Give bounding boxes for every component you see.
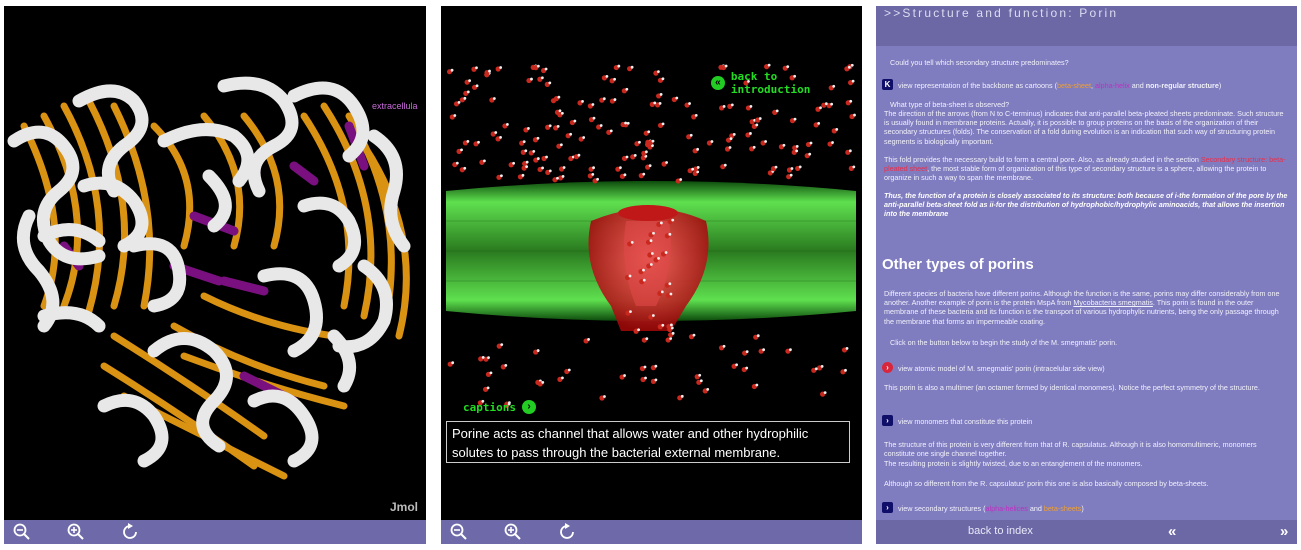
zoom-in-icon [504, 523, 521, 540]
captions-toggle-button[interactable]: captions › [463, 400, 536, 414]
jmol-watermark: Jmol [389, 500, 418, 514]
zoom-out-button[interactable] [12, 520, 66, 544]
view-monomers-link[interactable]: view monomers that constitute this prote… [898, 417, 1289, 426]
page-title: >>Structure and function: Porin [884, 6, 1119, 20]
view-backbone-link[interactable]: view representation of the backbone as c… [898, 81, 1289, 90]
link-text: view representation of the backbone as c… [898, 81, 1058, 90]
link-text: and [1027, 504, 1044, 513]
section-heading-other-porins: Other types of porins [882, 256, 1034, 273]
paragraph-structure-diff: The structure of this protein is very di… [884, 440, 1257, 459]
text: This fold provides the necessary build t… [884, 155, 1201, 164]
reset-rotate-icon [560, 523, 574, 539]
paragraph-click-instruction: Click on the button below to begin the s… [890, 338, 1118, 347]
content-panel-right: >>Structure and function: Porin Could yo… [876, 6, 1297, 544]
zoom-in-icon [67, 523, 84, 540]
paragraph-conclusion: Thus, the function of a protein is close… [884, 191, 1288, 219]
paragraph-direction: The direction of the arrows (from N to C… [884, 109, 1284, 146]
jmol-panel-left: extracellula Jmol [4, 6, 426, 544]
paragraph-multimer: This porin is also a multimer (an octame… [884, 383, 1260, 392]
molecule-viewer-cartoon[interactable]: extracellula Jmol [4, 6, 426, 520]
link-text: view secondary structures ( [898, 504, 986, 513]
view-secondary-structures-link[interactable]: view secondary structures (alpha-helices… [898, 504, 1289, 513]
alpha-helices-term: alpha-helices [985, 504, 1028, 513]
paragraph-beta-sheets: Although so different from the R. capsul… [884, 479, 1209, 488]
reset-rotate-button[interactable] [557, 520, 611, 544]
paragraph-twisted: The resulting protein is slightly twiste… [884, 459, 1143, 468]
link-text: and [1129, 81, 1146, 90]
viewer-toolbar [4, 520, 426, 544]
next-page-button[interactable]: » [1280, 523, 1288, 540]
zoom-out-icon [13, 523, 30, 540]
zoom-out-icon [450, 523, 467, 540]
paragraph-mspa: Different species of bacteria have diffe… [884, 289, 1289, 326]
caption-text-box: Porine acts as channel that allows water… [446, 421, 850, 463]
reset-rotate-button[interactable] [120, 520, 174, 544]
captions-label: captions [463, 400, 516, 414]
page-footer: back to index « » [876, 520, 1297, 544]
text: , the most stable form of organization o… [884, 164, 1267, 183]
page-header: >>Structure and function: Porin [876, 6, 1297, 46]
zoom-in-button[interactable] [66, 520, 120, 544]
view-monomers-button[interactable]: › [882, 415, 893, 426]
mycobacteria-link[interactable]: Mycobacteria smegmatis [1073, 298, 1153, 307]
alpha-helix-term: alpha-helix [1095, 81, 1130, 90]
zoom-in-button[interactable] [503, 520, 557, 544]
view-atomic-model-button[interactable]: › [882, 362, 893, 373]
link-text: ) [1218, 81, 1222, 90]
membrane-panel-middle: « back to introduction captions › Porine… [441, 6, 862, 544]
beta-sheets-term: beta-sheets [1043, 504, 1082, 513]
back-to-introduction-label: back to introduction [730, 70, 811, 96]
extracellular-label: extracellula [372, 101, 418, 111]
paragraph-fold: This fold provides the necessary build t… [884, 155, 1289, 183]
porin-cartoon-render [7, 76, 411, 480]
chevron-right-icon: › [521, 400, 536, 414]
view-backbone-button[interactable]: K [882, 79, 893, 90]
membrane-animation-viewer[interactable]: « back to introduction captions › Porine… [441, 6, 862, 520]
back-to-index-link[interactable]: back to index [968, 525, 1033, 537]
zoom-out-button[interactable] [449, 520, 503, 544]
previous-page-button[interactable]: « [1168, 523, 1176, 540]
viewer-toolbar [441, 520, 862, 544]
view-atomic-model-link[interactable]: view atomic model of M. smegmatis' porin… [898, 364, 1289, 373]
question-beta-sheet-type: What type of beta-sheet is observed? [890, 100, 1010, 109]
view-secondary-structures-button[interactable]: › [882, 502, 893, 513]
question-secondary-structure: Could you tell which secondary structure… [890, 58, 1069, 67]
reset-rotate-icon [123, 523, 137, 539]
non-regular-term: non-regular structure [1145, 81, 1219, 90]
link-text: ) [1081, 504, 1084, 513]
double-chevron-left-icon: « [711, 76, 725, 90]
back-to-introduction-button[interactable]: « back to introduction [711, 70, 862, 96]
beta-sheet-term: beta-sheet [1057, 81, 1091, 90]
content-body[interactable]: Could you tell which secondary structure… [876, 46, 1297, 520]
